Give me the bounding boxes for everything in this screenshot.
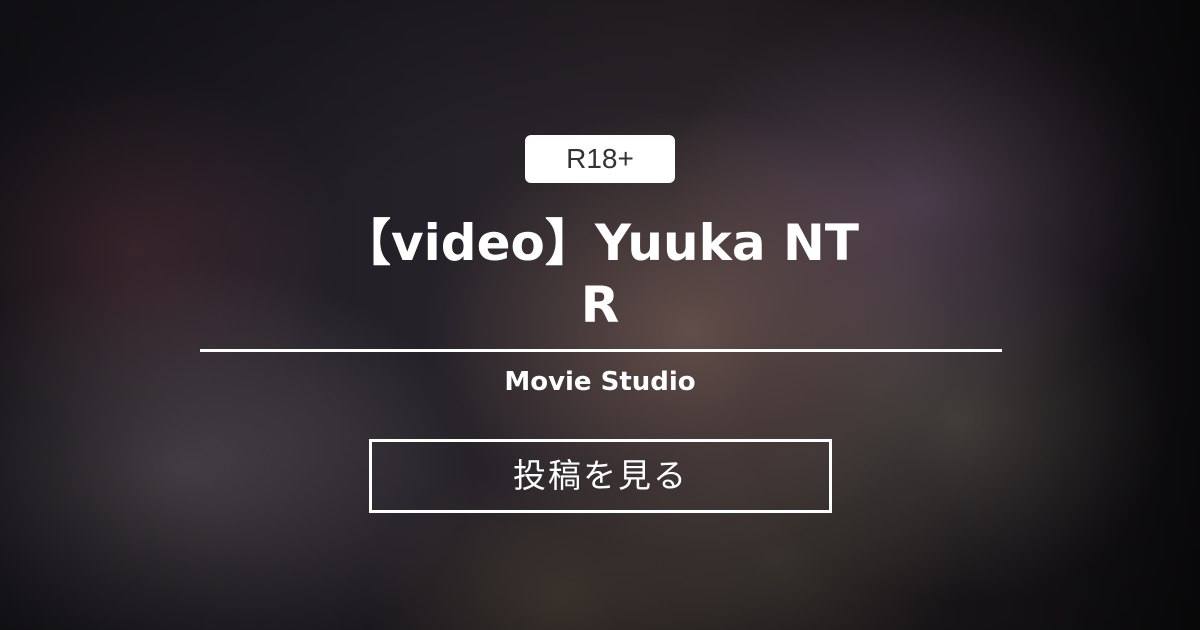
view-post-button[interactable]: 投稿を見る — [369, 439, 832, 513]
post-title: 【video】Yuuka NTR — [341, 214, 859, 334]
title-divider — [200, 349, 1002, 352]
creator-name: Movie Studio — [504, 367, 696, 397]
age-rating-badge: R18+ — [525, 135, 675, 183]
og-card: R18+ 【video】Yuuka NTR Movie Studio 投稿を見る — [0, 0, 1200, 630]
